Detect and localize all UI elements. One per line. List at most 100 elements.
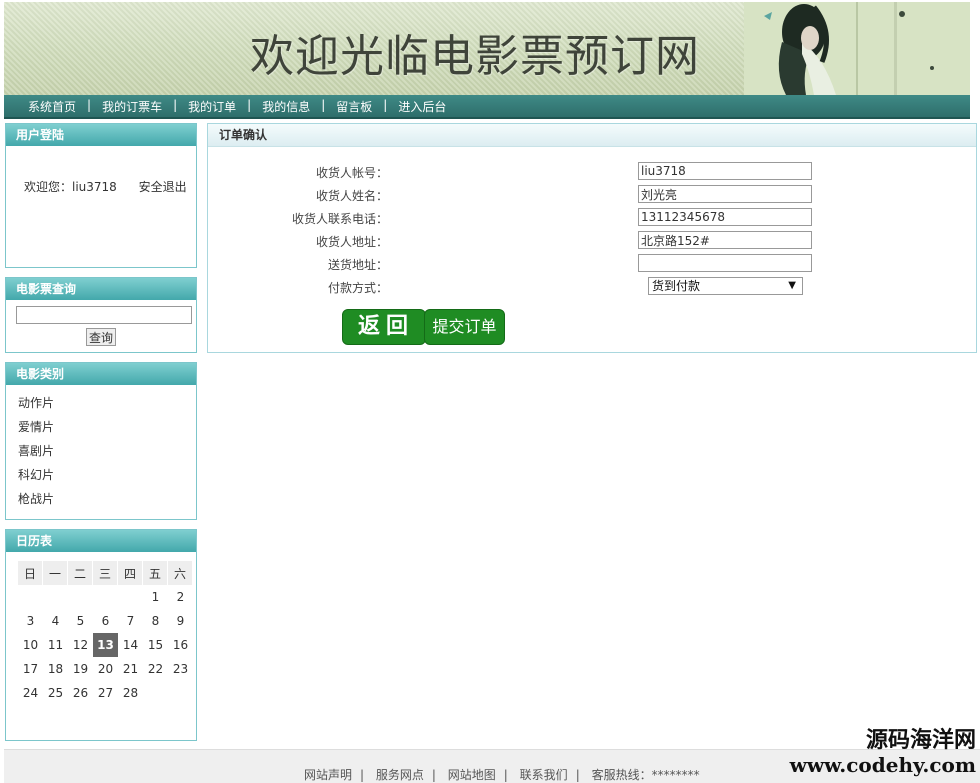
weekday-header: 二: [68, 561, 93, 585]
footer-hotline: 客服热线：********: [591, 768, 700, 782]
calendar-day[interactable]: 15: [143, 633, 168, 657]
header-banner: 欢迎光临电影票预订网: [4, 2, 970, 95]
nav-message-board[interactable]: 留言板: [336, 98, 372, 115]
ticket-search-panel: 电影票查询 查询: [5, 277, 197, 353]
calendar-day[interactable]: 2: [168, 585, 193, 609]
nav-separator: |: [87, 98, 92, 112]
calendar-day[interactable]: 6: [93, 609, 118, 633]
calendar-day[interactable]: 20: [93, 657, 118, 681]
weekday-header: 五: [143, 561, 168, 585]
weekday-header: 一: [43, 561, 68, 585]
calendar-day: [43, 585, 68, 609]
weekday-header: 日: [18, 561, 43, 585]
footer-link-sitemap[interactable]: 网站地图: [448, 768, 496, 782]
account-label: 收货人帐号：: [315, 166, 388, 180]
calendar-day[interactable]: 11: [43, 633, 68, 657]
nav-separator: |: [173, 98, 178, 112]
nav-admin[interactable]: 进入后台: [398, 98, 446, 115]
calendar-panel: 日历表 日 一 二 三 四 五 六 1 2 3 4 5 6 7 8 9 10 1…: [5, 529, 197, 741]
calendar-day: [18, 585, 43, 609]
watermark-line2: www.codehy.com: [789, 753, 976, 777]
name-label: 收货人姓名：: [315, 189, 388, 203]
calendar-day: [168, 681, 193, 705]
calendar-day[interactable]: 24: [18, 681, 43, 705]
order-panel-title: 订单确认: [208, 124, 976, 147]
account-field[interactable]: [638, 162, 812, 180]
category-gunfight[interactable]: 枪战片: [18, 491, 54, 515]
calendar-day[interactable]: 26: [68, 681, 93, 705]
calendar-day[interactable]: 14: [118, 633, 143, 657]
back-button[interactable]: 返回: [342, 309, 426, 345]
payment-label: 付款方式：: [327, 281, 388, 295]
payment-method-select[interactable]: 货到付款 ▼: [648, 277, 803, 295]
calendar-day[interactable]: 4: [43, 609, 68, 633]
submit-order-button[interactable]: 提交订单: [424, 309, 505, 345]
delivery-address-field[interactable]: [638, 254, 812, 272]
nav-separator: |: [247, 98, 252, 112]
category-scifi[interactable]: 科幻片: [18, 467, 54, 491]
category-comedy[interactable]: 喜剧片: [18, 443, 54, 467]
nav-separator: |: [383, 98, 388, 112]
calendar-day[interactable]: 12: [68, 633, 93, 657]
calendar-day[interactable]: 18: [43, 657, 68, 681]
calendar-day[interactable]: 1: [143, 585, 168, 609]
payment-method-value: 货到付款: [652, 279, 701, 293]
calendar-day[interactable]: 16: [168, 633, 193, 657]
calendar-day-today[interactable]: 13: [93, 633, 118, 657]
calendar-day[interactable]: 19: [68, 657, 93, 681]
login-panel-title: 用户登陆: [6, 124, 196, 146]
site-title: 欢迎光临电影票预订网: [250, 31, 700, 82]
calendar-day[interactable]: 9: [168, 609, 193, 633]
category-action[interactable]: 动作片: [18, 395, 54, 419]
name-field[interactable]: [638, 185, 812, 203]
calendar-panel-title: 日历表: [6, 530, 196, 552]
category-romance[interactable]: 爱情片: [18, 419, 54, 443]
calendar-day[interactable]: 22: [143, 657, 168, 681]
category-panel-title: 电影类别: [6, 363, 196, 385]
watermark-line1: 源码海洋网: [865, 727, 976, 753]
footer-link-statement[interactable]: 网站声明: [304, 768, 352, 782]
delivery-address-label: 送货地址：: [327, 258, 388, 272]
calendar-day[interactable]: 23: [168, 657, 193, 681]
watermark: 源码海洋网 www.codehy.com: [766, 728, 976, 778]
nav-my-info[interactable]: 我的信息: [262, 98, 310, 115]
nav-my-orders[interactable]: 我的订单: [188, 98, 236, 115]
calendar-day[interactable]: 17: [18, 657, 43, 681]
calendar-day[interactable]: 10: [18, 633, 43, 657]
calendar-day: [68, 585, 93, 609]
address-field[interactable]: [638, 231, 812, 249]
calendar-day: [93, 585, 118, 609]
calendar-day: [118, 585, 143, 609]
order-confirm-panel: 订单确认 收货人帐号： 收货人姓名： 收货人联系电话： 收货人地址： 送货地址：…: [207, 123, 977, 353]
welcome-text: 欢迎您：liu3718: [24, 180, 117, 194]
calendar-day[interactable]: 5: [68, 609, 93, 633]
login-panel: 用户登陆 欢迎您：liu3718 安全退出: [5, 123, 197, 268]
calendar-day[interactable]: 27: [93, 681, 118, 705]
calendar-day[interactable]: 21: [118, 657, 143, 681]
movie-category-panel: 电影类别 动作片 爱情片 喜剧片 科幻片 枪战片: [5, 362, 197, 520]
logout-link[interactable]: 安全退出: [139, 180, 187, 194]
search-panel-title: 电影票查询: [6, 278, 196, 300]
calendar-day[interactable]: 28: [118, 681, 143, 705]
nav-home[interactable]: 系统首页: [28, 98, 76, 115]
weekday-header: 四: [118, 561, 143, 585]
weekday-header: 六: [168, 561, 193, 585]
main-nav: 系统首页 | 我的订票车 | 我的订单 | 我的信息 | 留言板 | 进入后台: [4, 95, 970, 119]
calendar-day[interactable]: 8: [143, 609, 168, 633]
calendar-day[interactable]: 7: [118, 609, 143, 633]
phone-label: 收货人联系电话：: [291, 212, 388, 226]
nav-ticket-cart[interactable]: 我的订票车: [102, 98, 162, 115]
calendar-day: [143, 681, 168, 705]
search-button[interactable]: 查询: [86, 328, 117, 346]
dropdown-arrow-icon: ▼: [788, 280, 796, 291]
phone-field[interactable]: [638, 208, 812, 226]
weekday-header: 三: [93, 561, 118, 585]
calendar-day[interactable]: 3: [18, 609, 43, 633]
footer-link-contact[interactable]: 联系我们: [520, 768, 568, 782]
search-input[interactable]: [16, 306, 192, 324]
calendar-grid: 日 一 二 三 四 五 六 1 2 3 4 5 6 7 8 9 10 11 12…: [18, 561, 193, 705]
nav-separator: |: [321, 98, 326, 112]
address-label: 收货人地址：: [315, 235, 388, 249]
footer-link-service-points[interactable]: 服务网点: [376, 768, 424, 782]
calendar-day[interactable]: 25: [43, 681, 68, 705]
